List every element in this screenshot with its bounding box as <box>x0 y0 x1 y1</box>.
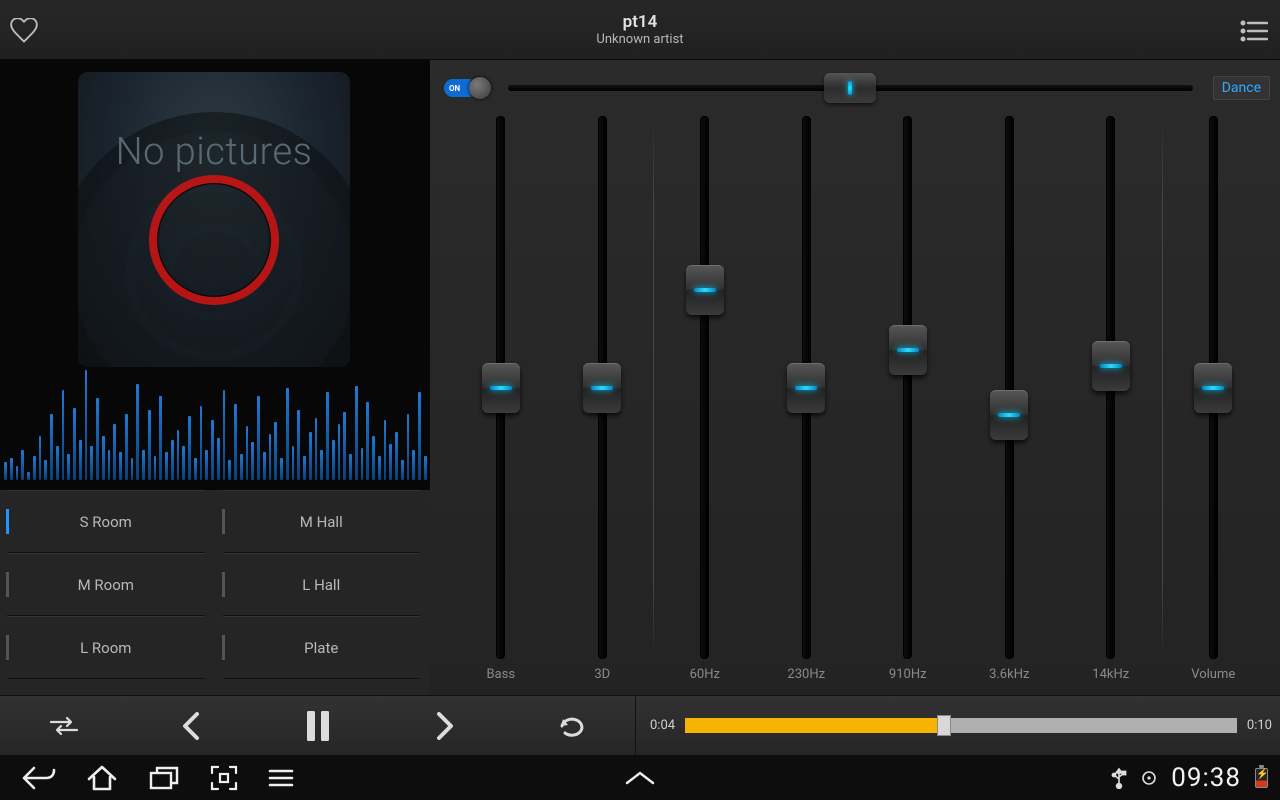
eq-slider-thumb[interactable] <box>482 363 520 413</box>
reverb-preset-button[interactable]: L Hall <box>223 553 421 616</box>
eq-slider-thumb[interactable] <box>1194 363 1232 413</box>
reverb-preset-button[interactable]: L Room <box>7 616 205 679</box>
screenshot-button[interactable] <box>210 765 238 791</box>
play-pause-button[interactable] <box>254 709 381 743</box>
eq-slider-track[interactable] <box>598 116 607 659</box>
track-artist: Unknown artist <box>596 32 683 48</box>
preset-indicator <box>6 572 9 597</box>
eq-slider-thumb[interactable] <box>583 363 621 413</box>
eq-slider-910hz[interactable]: 910Hz <box>857 116 959 683</box>
playlist-button[interactable] <box>1240 20 1268 42</box>
playback-bar: 0:04 0:10 <box>0 695 1280 755</box>
eq-slider-track[interactable] <box>903 116 912 659</box>
sync-icon <box>1141 770 1157 786</box>
previous-button[interactable] <box>127 709 254 743</box>
preset-label: M Hall <box>300 513 343 531</box>
preset-indicator <box>6 635 9 660</box>
eq-on-toggle[interactable]: ON <box>444 79 488 97</box>
album-art-placeholder: No pictures <box>78 72 350 367</box>
preset-label: S Room <box>80 513 132 531</box>
eq-slider-track[interactable] <box>1106 116 1115 659</box>
reverb-preset-button[interactable]: Plate <box>223 616 421 679</box>
eq-slider-track[interactable] <box>802 116 811 659</box>
eq-slider-230hz[interactable]: 230Hz <box>756 116 858 683</box>
eq-slider-track[interactable] <box>700 116 709 659</box>
left-pane: No pictures S Room M Hall M Room L Hall L Ro… <box>0 60 430 695</box>
album-art-area: No pictures <box>0 60 430 490</box>
status-clock: 09:38 <box>1171 763 1241 793</box>
progress-fill <box>685 718 944 733</box>
track-title: pt14 <box>596 12 683 32</box>
preset-indicator <box>222 635 225 660</box>
eq-slider-label: 3.6kHz <box>989 667 1029 683</box>
preset-label: M Room <box>78 576 134 594</box>
main-area: No pictures S Room M Hall M Room L Hall L Ro… <box>0 60 1280 695</box>
elapsed-time: 0:04 <box>650 718 675 733</box>
repeat-button[interactable] <box>508 709 635 743</box>
eq-slider-thumb[interactable] <box>686 265 724 315</box>
preset-label: Plate <box>304 639 338 657</box>
playback-controls <box>0 709 635 743</box>
progress-slider[interactable] <box>685 718 1237 733</box>
eq-slider-volume[interactable]: Volume <box>1163 116 1265 683</box>
title-bar: pt14 Unknown artist <box>0 0 1280 60</box>
progress-thumb[interactable] <box>937 715 951 736</box>
progress-area: 0:04 0:10 <box>635 696 1280 755</box>
shuffle-button[interactable] <box>0 709 127 743</box>
balance-slider-thumb[interactable] <box>824 73 876 103</box>
eq-slider-label: 230Hz <box>787 667 825 683</box>
equalizer-pane: ON Dance Bass 3D 60Hz 230Hz 910Hz 3.6kHz 14kHz… <box>430 60 1280 695</box>
favorite-button[interactable] <box>10 18 38 44</box>
eq-slider-3.6khz[interactable]: 3.6kHz <box>959 116 1061 683</box>
eq-slider-track[interactable] <box>496 116 505 659</box>
eq-slider-label: Volume <box>1191 667 1235 683</box>
expand-up-button[interactable] <box>623 769 657 787</box>
menu-button[interactable] <box>268 765 294 791</box>
reverb-preset-button[interactable]: M Hall <box>223 490 421 553</box>
eq-slider-track[interactable] <box>1209 116 1218 659</box>
eq-slider-label: 910Hz <box>889 667 927 683</box>
eq-top-row: ON Dance <box>444 60 1270 116</box>
eq-slider-3d[interactable]: 3D <box>552 116 654 683</box>
recent-apps-button[interactable] <box>148 765 180 791</box>
eq-slider-thumb[interactable] <box>990 390 1028 440</box>
back-button[interactable] <box>22 765 56 791</box>
spectrum-visualizer <box>0 340 430 490</box>
preset-label: L Room <box>80 639 131 657</box>
home-button[interactable] <box>86 765 118 791</box>
eq-on-toggle-label: ON <box>449 84 460 93</box>
eq-preset-button[interactable]: Dance <box>1213 76 1270 100</box>
eq-slider-14khz[interactable]: 14kHz <box>1060 116 1162 683</box>
next-button[interactable] <box>381 709 508 743</box>
total-time: 0:10 <box>1247 718 1272 733</box>
eq-preset-label: Dance <box>1222 80 1261 96</box>
eq-slider-60hz[interactable]: 60Hz <box>654 116 756 683</box>
reverb-preset-button[interactable]: S Room <box>7 490 205 553</box>
eq-slider-label: 14kHz <box>1092 667 1129 683</box>
preset-indicator <box>222 509 225 534</box>
eq-slider-label: Bass <box>486 667 515 683</box>
preset-indicator <box>6 509 9 534</box>
system-nav-bar: 09:38 <box>0 755 1280 800</box>
eq-slider-label: 60Hz <box>690 667 720 683</box>
album-art-placeholder-text: No pictures <box>78 130 350 174</box>
eq-slider-track[interactable] <box>1005 116 1014 659</box>
eq-slider-thumb[interactable] <box>1092 341 1130 391</box>
preset-label: L Hall <box>302 576 340 594</box>
usb-icon <box>1111 767 1127 789</box>
eq-slider-thumb[interactable] <box>787 363 825 413</box>
reverb-preset-grid: S Room M Hall M Room L Hall L Room Plate <box>0 490 430 695</box>
eq-slider-bass[interactable]: Bass <box>450 116 552 683</box>
battery-icon <box>1255 768 1268 788</box>
preset-indicator <box>222 572 225 597</box>
eq-slider-thumb[interactable] <box>889 325 927 375</box>
eq-sliders: Bass 3D 60Hz 230Hz 910Hz 3.6kHz 14kHz Volume <box>444 116 1270 695</box>
reverb-preset-button[interactable]: M Room <box>7 553 205 616</box>
eq-slider-label: 3D <box>594 667 610 683</box>
balance-slider[interactable] <box>508 85 1193 91</box>
